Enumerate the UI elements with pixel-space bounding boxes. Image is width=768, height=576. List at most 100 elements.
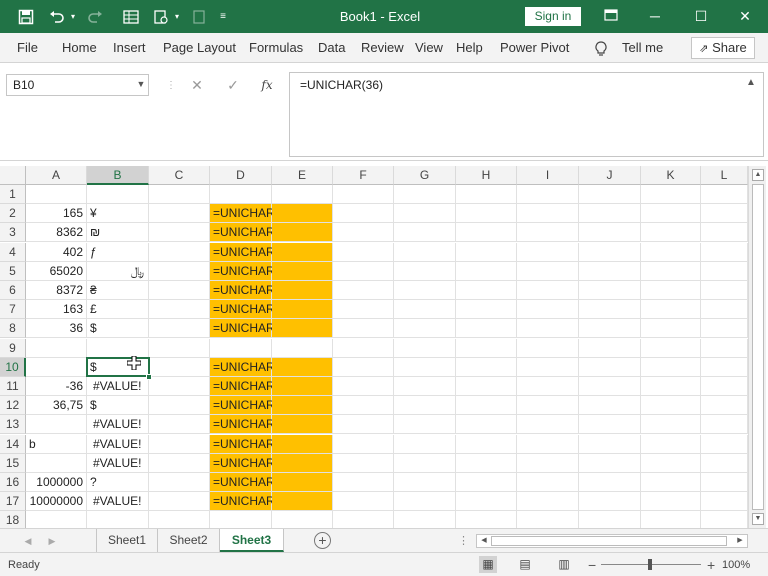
cell-l11[interactable] — [701, 377, 748, 396]
menu-view[interactable]: View — [415, 33, 443, 63]
tab-sheet3[interactable]: Sheet3 — [220, 529, 284, 552]
cell-a4[interactable]: 402 — [26, 242, 87, 262]
cell-a14[interactable]: b — [26, 434, 87, 454]
page-layout-view-icon[interactable]: ▤ — [516, 556, 534, 573]
cell-d18[interactable] — [210, 511, 272, 528]
cell-d15[interactable]: =UNICHAR("book") — [210, 453, 317, 473]
cell-f2[interactable] — [333, 204, 394, 224]
column-header-f[interactable]: F — [333, 166, 394, 185]
cell-j12[interactable] — [579, 396, 641, 416]
cell-b5[interactable]: ﷼ — [87, 261, 149, 281]
column-header-c[interactable]: C — [149, 166, 210, 185]
scroll-down-icon[interactable]: ▼ — [752, 513, 764, 525]
scroll-up-icon[interactable]: ▲ — [752, 169, 764, 181]
column-header-h[interactable]: H — [456, 166, 517, 185]
cell-d12[interactable]: =UNICHAR(A12) — [210, 396, 304, 416]
cell-c13[interactable] — [149, 415, 210, 435]
cell-h10[interactable] — [456, 357, 517, 377]
cell-b11[interactable]: #VALUE! — [87, 377, 149, 396]
cell-d1[interactable] — [210, 185, 272, 204]
cell-a1[interactable] — [26, 185, 87, 204]
cell-g11[interactable] — [394, 377, 456, 396]
cell-g6[interactable] — [394, 281, 456, 300]
scroll-right-icon[interactable]: ▶ — [734, 535, 746, 547]
cell-h12[interactable] — [456, 396, 517, 416]
cell-i1[interactable] — [517, 185, 579, 204]
cell-a11[interactable]: -36 — [26, 377, 87, 396]
collapse-formula-bar-icon[interactable]: ▲ — [746, 77, 756, 88]
cell-h8[interactable] — [456, 319, 517, 339]
column-header-b[interactable]: B — [87, 166, 149, 185]
minimize-icon[interactable]: ─ — [636, 0, 674, 33]
sign-in-button[interactable]: Sign in — [525, 7, 581, 26]
cell-i9[interactable] — [517, 338, 579, 358]
cell-e6[interactable] — [272, 281, 333, 300]
cell-c7[interactable] — [149, 300, 210, 320]
cell-g5[interactable] — [394, 261, 456, 281]
cell-c2[interactable] — [149, 204, 210, 224]
tell-me-search[interactable]: Tell me — [622, 33, 663, 63]
cell-l3[interactable] — [701, 223, 748, 243]
cell-f18[interactable] — [333, 511, 394, 528]
cell-d13[interactable]: =UNICHAR(A13) — [210, 415, 304, 435]
cell-g18[interactable] — [394, 511, 456, 528]
menu-file[interactable]: File — [17, 33, 38, 63]
cell-l17[interactable] — [701, 492, 748, 512]
cell-j6[interactable] — [579, 281, 641, 300]
cell-b12[interactable]: $ — [87, 396, 149, 416]
cell-g3[interactable] — [394, 223, 456, 243]
cell-k8[interactable] — [641, 319, 701, 339]
column-header-k[interactable]: K — [641, 166, 701, 185]
cell-e17[interactable] — [272, 492, 333, 512]
cell-j13[interactable] — [579, 415, 641, 435]
cell-a13[interactable] — [26, 415, 87, 435]
row-header[interactable]: 16 — [0, 473, 26, 492]
cell-j4[interactable] — [579, 242, 641, 262]
formula-input[interactable]: =UNICHAR(36) — [289, 72, 764, 157]
cell-d10[interactable]: =UNICHAR(36) — [210, 357, 296, 377]
row-header[interactable]: 7 — [0, 300, 26, 320]
cell-d16[interactable]: =UNICHAR(A16) — [210, 473, 304, 492]
cell-c17[interactable] — [149, 492, 210, 512]
ribbon-display-icon[interactable] — [592, 0, 630, 33]
cell-c8[interactable] — [149, 319, 210, 339]
cell-f11[interactable] — [333, 377, 394, 396]
horizontal-scrollbar[interactable]: ◀ ▶ — [476, 534, 748, 548]
zoom-in-icon[interactable]: + — [707, 553, 715, 576]
row-header[interactable]: 12 — [0, 396, 26, 416]
cell-a17[interactable]: 10000000 — [26, 492, 87, 512]
row-header[interactable]: 5 — [0, 261, 26, 281]
cell-a10[interactable] — [26, 357, 87, 377]
cell-a15[interactable] — [26, 453, 87, 473]
cell-g4[interactable] — [394, 242, 456, 262]
cell-e12[interactable] — [272, 396, 333, 416]
cell-j1[interactable] — [579, 185, 641, 204]
cell-b2[interactable]: ¥ — [87, 204, 149, 224]
cell-i12[interactable] — [517, 396, 579, 416]
cell-d2[interactable]: =UNICHAR(A2) — [210, 204, 297, 224]
cell-d4[interactable]: =UNICHAR(A4) — [210, 242, 297, 262]
row-header[interactable]: 4 — [0, 242, 26, 262]
select-all-corner[interactable] — [0, 166, 26, 185]
customize-qat-icon[interactable]: ≡ — [216, 0, 230, 33]
cell-i16[interactable] — [517, 473, 579, 492]
cell-f13[interactable] — [333, 415, 394, 435]
column-header-i[interactable]: I — [517, 166, 579, 185]
cell-h15[interactable] — [456, 453, 517, 473]
column-header-l[interactable]: L — [701, 166, 748, 185]
cell-g1[interactable] — [394, 185, 456, 204]
cell-k3[interactable] — [641, 223, 701, 243]
cell-b8[interactable]: $ — [87, 319, 149, 339]
scroll-thumb[interactable] — [752, 184, 764, 510]
cell-h6[interactable] — [456, 281, 517, 300]
cell-a5[interactable]: 65020 — [26, 261, 87, 281]
cell-j17[interactable] — [579, 492, 641, 512]
cell-a2[interactable]: 165 — [26, 204, 87, 224]
cell-k4[interactable] — [641, 242, 701, 262]
cell-l2[interactable] — [701, 204, 748, 224]
cell-l15[interactable] — [701, 453, 748, 473]
cell-f12[interactable] — [333, 396, 394, 416]
cell-j3[interactable] — [579, 223, 641, 243]
cell-e7[interactable] — [272, 300, 333, 320]
zoom-level[interactable]: 100% — [722, 553, 750, 576]
